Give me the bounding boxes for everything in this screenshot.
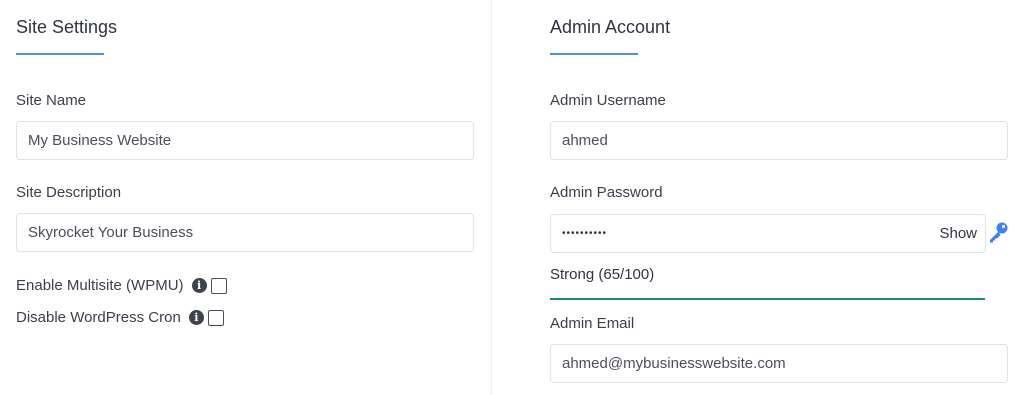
disable-cron-row: Disable WordPress Cron i <box>16 309 224 326</box>
column-divider <box>491 0 492 395</box>
key-icon[interactable] <box>986 220 1010 244</box>
site-settings-title-underline <box>16 53 104 55</box>
disable-cron-label: Disable WordPress Cron <box>16 309 181 326</box>
admin-email-input[interactable]: ahmed@mybusinesswebsite.com <box>550 344 1008 383</box>
site-name-input[interactable]: My Business Website <box>16 121 474 160</box>
enable-multisite-row: Enable Multisite (WPMU) i <box>16 277 227 294</box>
password-masked-value: •••••••••• <box>562 228 608 239</box>
admin-password-input[interactable]: •••••••••• Show <box>550 214 986 253</box>
info-icon[interactable]: i <box>188 310 204 325</box>
admin-account-title: Admin Account <box>550 17 671 37</box>
admin-username-label: Admin Username <box>550 92 666 109</box>
site-name-label: Site Name <box>16 92 87 109</box>
admin-account-title-underline <box>550 53 638 55</box>
enable-multisite-label: Enable Multisite (WPMU) <box>16 277 184 294</box>
enable-multisite-checkbox[interactable] <box>210 277 227 294</box>
show-password-button[interactable]: Show <box>939 225 977 242</box>
disable-cron-checkbox[interactable] <box>207 309 224 326</box>
admin-email-label: Admin Email <box>550 315 635 332</box>
password-strength-bar <box>550 298 985 300</box>
admin-password-label: Admin Password <box>550 184 663 201</box>
password-strength-text: Strong (65/100) <box>550 266 655 283</box>
site-description-input[interactable]: Skyrocket Your Business <box>16 213 474 252</box>
site-description-label: Site Description <box>16 184 122 201</box>
admin-username-input[interactable]: ahmed <box>550 121 1008 160</box>
info-icon[interactable]: i <box>191 278 207 293</box>
site-settings-title: Site Settings <box>16 17 118 37</box>
